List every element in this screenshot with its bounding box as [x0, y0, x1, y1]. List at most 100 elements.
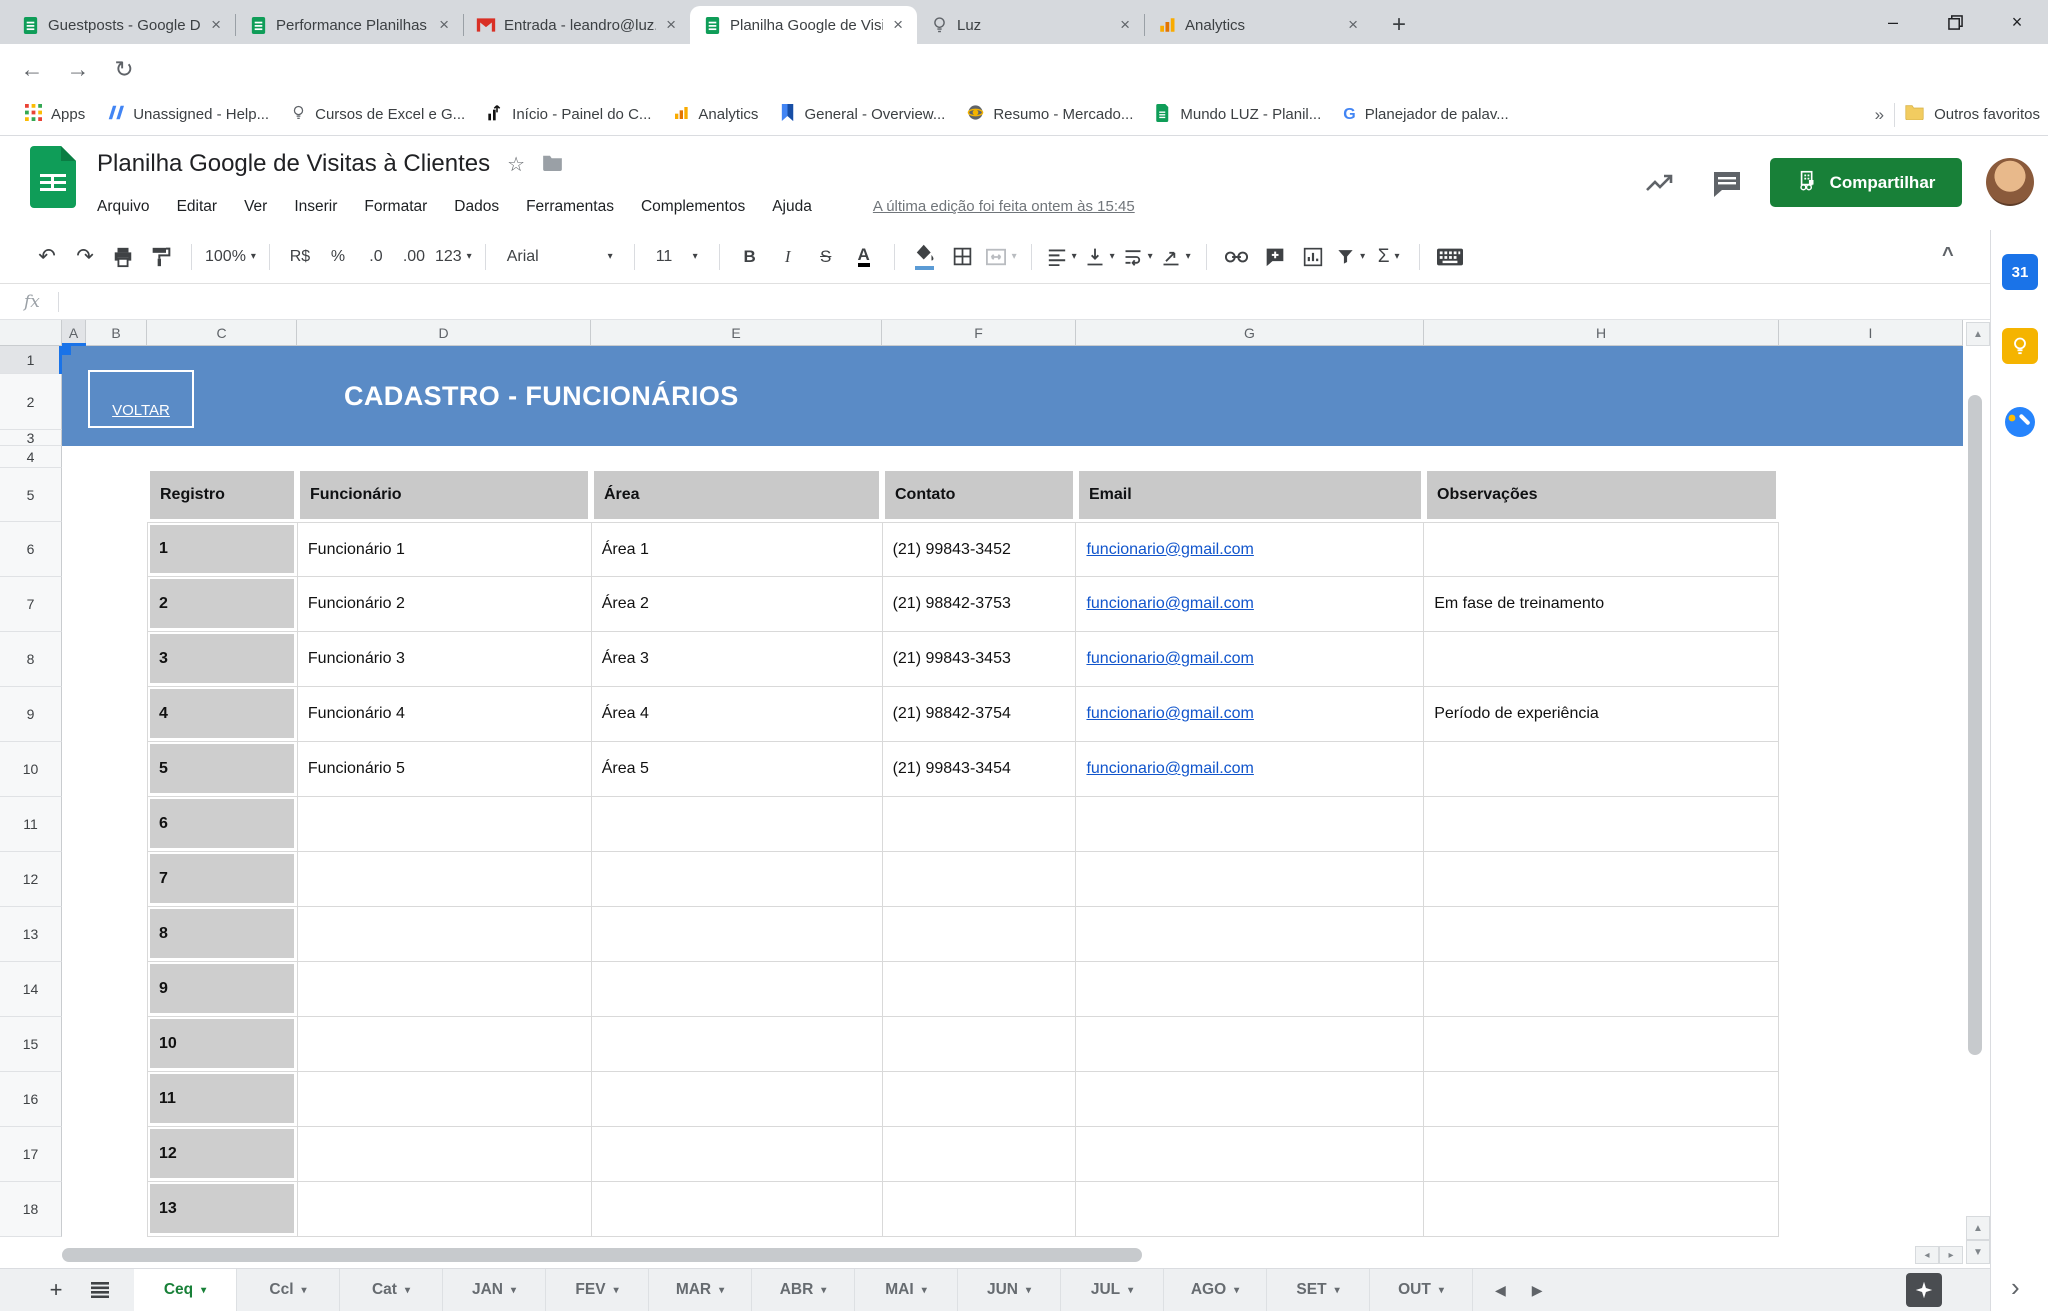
sheet-tab-fev[interactable]: FEV▾	[546, 1269, 649, 1311]
text-wrap-button[interactable]: ▾	[1121, 238, 1155, 276]
scroll-down-button[interactable]: ▼	[1966, 1240, 1990, 1264]
bookmark-cursos[interactable]: Cursos de Excel e G...	[280, 100, 476, 130]
registro-cell[interactable]: 7	[148, 852, 298, 907]
bookmark-mundo-luz[interactable]: Mundo LUZ - Planil...	[1144, 100, 1332, 130]
sheet-tab-set[interactable]: SET▾	[1267, 1269, 1370, 1311]
borders-button[interactable]	[946, 238, 980, 276]
email-link[interactable]: funcionario@gmail.com	[1086, 760, 1253, 778]
column-header-C[interactable]: C	[147, 320, 297, 346]
bookmark-apps[interactable]: Apps	[14, 100, 96, 129]
column-header-I[interactable]: I	[1779, 320, 1963, 346]
sheet-tab-mai[interactable]: MAI▾	[855, 1269, 958, 1311]
funcionario-cell[interactable]	[298, 1017, 592, 1072]
keep-icon[interactable]	[2002, 328, 2038, 364]
move-folder-icon[interactable]	[542, 150, 563, 178]
obs-cell[interactable]	[1424, 797, 1779, 852]
browser-tab-gmail[interactable]: Entrada - leandro@luz.vc - E ×	[464, 6, 690, 44]
obs-cell[interactable]	[1424, 907, 1779, 962]
email-cell[interactable]	[1076, 1182, 1424, 1237]
area-cell[interactable]: Área 1	[592, 523, 883, 577]
column-header-H[interactable]: H	[1424, 320, 1779, 346]
registro-cell[interactable]: 4	[148, 687, 298, 742]
zoom-select[interactable]: 100%▾	[205, 238, 256, 276]
row-header-2[interactable]: 2	[0, 374, 62, 430]
row-header-17[interactable]: 17	[0, 1127, 62, 1182]
area-cell[interactable]: Área 3	[592, 632, 883, 687]
column-header-E[interactable]: E	[591, 320, 882, 346]
area-cell[interactable]: Área 4	[592, 687, 883, 742]
tab-close-icon[interactable]: ×	[891, 15, 905, 35]
row-header-18[interactable]: 18	[0, 1182, 62, 1237]
obs-cell[interactable]	[1424, 962, 1779, 1017]
insert-link-icon[interactable]	[1220, 238, 1254, 276]
contato-cell[interactable]: (21) 99843-3454	[883, 742, 1077, 797]
bookmark-resumo[interactable]: Resumo - Mercado...	[956, 100, 1144, 129]
tab-close-icon[interactable]: ×	[664, 15, 678, 35]
email-link[interactable]: funcionario@gmail.com	[1086, 650, 1253, 668]
row-header-9[interactable]: 9	[0, 687, 62, 742]
registro-cell[interactable]: 6	[148, 797, 298, 852]
sheet-tab-ceq[interactable]: Ceq▾	[134, 1269, 237, 1311]
browser-tab-active-planilha[interactable]: Planilha Google de Visitas à ×	[690, 6, 917, 44]
row-header-3[interactable]: 3	[0, 430, 62, 446]
explore-button[interactable]	[1906, 1273, 1942, 1307]
new-tab-button[interactable]: +	[1384, 10, 1414, 40]
email-cell[interactable]: funcionario@gmail.com	[1076, 687, 1424, 742]
contato-cell[interactable]: (21) 99843-3453	[883, 632, 1077, 687]
contato-cell[interactable]	[883, 1072, 1077, 1127]
functions-button[interactable]: Σ▾	[1372, 238, 1406, 276]
menu-dados[interactable]: Dados	[454, 198, 499, 216]
bookmark-general[interactable]: General - Overview...	[769, 100, 956, 129]
area-cell[interactable]	[592, 1072, 883, 1127]
email-cell[interactable]: funcionario@gmail.com	[1076, 523, 1424, 577]
funcionario-cell[interactable]: Funcionário 3	[298, 632, 592, 687]
sheet-tab-out[interactable]: OUT▾	[1370, 1269, 1473, 1311]
sheet-tab-cat[interactable]: Cat▾	[340, 1269, 443, 1311]
undo-icon[interactable]: ↶	[30, 238, 64, 276]
menu-ajuda[interactable]: Ajuda	[772, 198, 812, 216]
other-favorites-label[interactable]: Outros favoritos	[1934, 106, 2040, 123]
row-header-5[interactable]: 5	[0, 468, 62, 522]
menu-ver[interactable]: Ver	[244, 198, 267, 216]
bookmark-planejador[interactable]: G Planejador de palav...	[1332, 102, 1519, 128]
filter-icon[interactable]: ▾	[1334, 238, 1368, 276]
font-select[interactable]: Arial▾	[499, 238, 621, 276]
tab-close-icon[interactable]: ×	[437, 15, 451, 35]
menu-editar[interactable]: Editar	[177, 198, 218, 216]
area-cell[interactable]	[592, 1017, 883, 1072]
sheet-tab-mar[interactable]: MAR▾	[649, 1269, 752, 1311]
scroll-up-button[interactable]: ▲	[1966, 322, 1990, 346]
window-restore-button[interactable]	[1924, 0, 1986, 44]
voltar-button[interactable]: VOLTAR	[88, 370, 194, 428]
strikethrough-button[interactable]: S	[809, 238, 843, 276]
formula-bar[interactable]: fx	[0, 284, 1990, 320]
column-header-D[interactable]: D	[297, 320, 591, 346]
email-cell[interactable]: funcionario@gmail.com	[1076, 632, 1424, 687]
email-cell[interactable]	[1076, 1017, 1424, 1072]
input-tools-icon[interactable]	[1433, 238, 1467, 276]
contato-cell[interactable]	[883, 907, 1077, 962]
vertical-scrollbar[interactable]	[1968, 395, 1982, 1055]
more-formats-button[interactable]: 123▾	[435, 238, 472, 276]
forward-icon[interactable]: →	[60, 51, 96, 87]
header-cell[interactable]: Registro	[147, 468, 297, 522]
scroll-up-button[interactable]: ▲	[1966, 1216, 1990, 1240]
tab-close-icon[interactable]: ×	[1346, 15, 1360, 35]
bookmarks-overflow-icon[interactable]: »	[1875, 105, 1884, 125]
sheet-tab-ccl[interactable]: Ccl▾	[237, 1269, 340, 1311]
next-sheets-icon[interactable]: ▶	[1532, 1282, 1543, 1299]
corner-cell[interactable]	[0, 320, 62, 346]
sheet-tab-jan[interactable]: JAN▾	[443, 1269, 546, 1311]
email-link[interactable]: funcionario@gmail.com	[1086, 541, 1253, 559]
registro-cell[interactable]: 8	[148, 907, 298, 962]
row-header-7[interactable]: 7	[0, 577, 62, 632]
email-cell[interactable]	[1076, 1072, 1424, 1127]
area-cell[interactable]	[592, 907, 883, 962]
area-cell[interactable]: Área 5	[592, 742, 883, 797]
decrease-decimals-button[interactable]: .0	[359, 238, 393, 276]
scroll-right-button[interactable]: ▸	[1939, 1246, 1963, 1264]
registro-cell[interactable]: 10	[148, 1017, 298, 1072]
sheets-logo[interactable]	[30, 146, 76, 213]
email-cell[interactable]	[1076, 962, 1424, 1017]
row-header-11[interactable]: 11	[0, 797, 62, 852]
